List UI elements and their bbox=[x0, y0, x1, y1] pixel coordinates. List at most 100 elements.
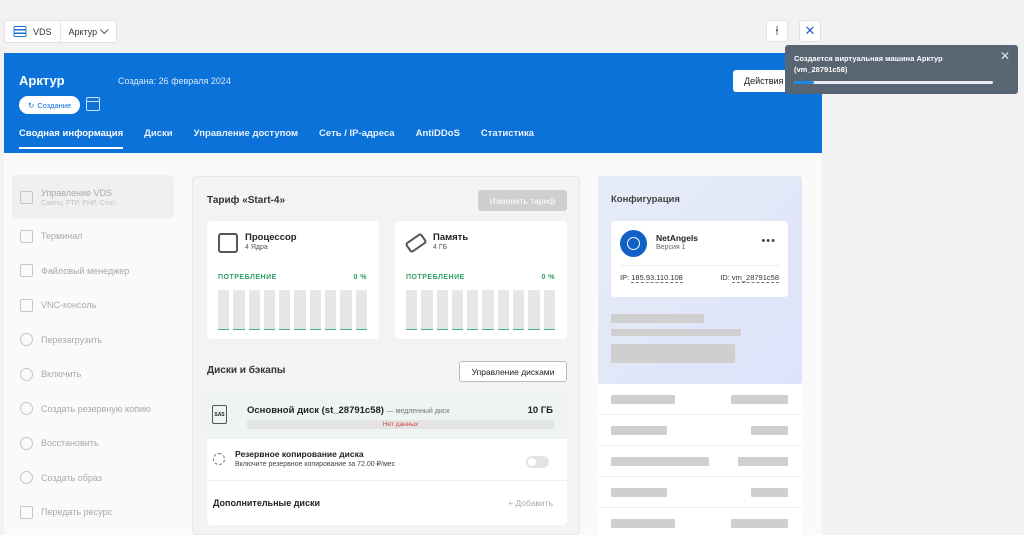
created-date: Создана: 26 февраля 2024 bbox=[118, 76, 231, 86]
skeleton-row bbox=[598, 415, 802, 446]
ip-label: IP: bbox=[620, 273, 630, 282]
sidebar-item-file-manager[interactable]: Файловый менеджер bbox=[12, 254, 174, 289]
usage-bar bbox=[233, 290, 245, 330]
pin-button[interactable]: ⍿ bbox=[766, 20, 788, 42]
usage-bar bbox=[218, 290, 230, 330]
backup-toggle[interactable] bbox=[526, 456, 549, 468]
main-disk-name: Основной диск (st_28791c58) bbox=[247, 405, 384, 416]
skeleton-row bbox=[598, 384, 802, 415]
sidebar-item-manage-vds[interactable]: Управление VDS Сайты, FTP, PHP, Cron bbox=[12, 175, 174, 219]
usage-bar bbox=[309, 290, 322, 330]
cpu-usage-label: ПОТРЕБЛЕНИЕ bbox=[218, 274, 277, 281]
skeleton-line bbox=[611, 329, 741, 336]
main-disk-row: SAS Основной диск (st_28791c58) — медлен… bbox=[207, 393, 567, 439]
usage-bar bbox=[406, 290, 418, 330]
refresh-icon bbox=[20, 333, 33, 347]
pin-icon: ⍿ bbox=[775, 23, 779, 38]
memory-icon bbox=[404, 232, 428, 254]
usage-bar bbox=[482, 290, 494, 330]
netangels-logo-icon bbox=[620, 230, 647, 257]
status-badge: ↻ Создание bbox=[19, 96, 81, 114]
sidebar-item-reboot[interactable]: Перезагрузить bbox=[12, 323, 174, 358]
tab-disks[interactable]: Диски bbox=[144, 128, 173, 149]
breadcrumb-server-label: Арктур bbox=[68, 26, 98, 37]
cpu-usage-value: 0 % bbox=[353, 274, 367, 281]
monitor-icon bbox=[20, 298, 33, 312]
usage-bar bbox=[467, 290, 479, 330]
sidebar-item-backup[interactable]: Создать резервную копию bbox=[12, 392, 174, 427]
restore-icon bbox=[20, 436, 33, 450]
config-title: Конфигурация bbox=[611, 194, 680, 205]
close-icon: ✕ bbox=[804, 23, 816, 38]
main-disk-type: — медленный диск bbox=[386, 408, 450, 415]
sidebar-item-restore[interactable]: Восстановить bbox=[12, 426, 174, 461]
backup-title: Резервное копирование диска bbox=[235, 449, 364, 459]
ip-address[interactable]: 185.93.110.108 bbox=[631, 273, 683, 283]
skeleton-row bbox=[598, 508, 802, 535]
tariff-title: Тариф «Start-4» bbox=[207, 195, 286, 206]
sidebar-item-label: Передать ресурс bbox=[41, 507, 113, 518]
manage-disks-button[interactable]: Управление дисками bbox=[459, 361, 567, 382]
config-panel: Конфигурация NetAngels Версия 1 ••• IP: … bbox=[598, 176, 802, 384]
chevron-down-icon bbox=[100, 25, 109, 34]
page-title: Арктур bbox=[19, 73, 65, 88]
sidebar-item-label: VNC-консоль bbox=[41, 300, 97, 311]
ram-name: Память bbox=[433, 232, 469, 243]
toast-close-icon[interactable]: ✕ bbox=[1000, 49, 1010, 63]
sas-disk-icon: SAS bbox=[212, 405, 227, 424]
actions-button[interactable]: Действия bbox=[733, 70, 793, 92]
tab-network[interactable]: Сеть / IP-адреса bbox=[319, 128, 395, 149]
sidebar-item-label: Файловый менеджер bbox=[41, 265, 130, 276]
transfer-icon bbox=[20, 505, 33, 519]
backup-description: Включите резервное копирование за 72.00 … bbox=[235, 461, 396, 468]
folder-icon bbox=[20, 264, 33, 278]
usage-bar bbox=[355, 290, 367, 330]
usage-bar bbox=[325, 290, 337, 330]
tab-summary[interactable]: Сводная информация bbox=[19, 128, 124, 149]
spinner-icon: ↻ bbox=[28, 100, 35, 110]
usage-bar bbox=[340, 290, 352, 330]
cpu-cores: 4 Ядра bbox=[245, 244, 268, 251]
tab-access[interactable]: Управление доступом bbox=[194, 128, 298, 149]
more-icon[interactable]: ••• bbox=[761, 235, 776, 247]
status-label: Создание bbox=[37, 100, 72, 110]
tab-antiddos[interactable]: AntiDDoS bbox=[416, 128, 460, 149]
disk-usage-status: Нет данных bbox=[382, 421, 419, 428]
sidebar-item-terminal[interactable]: Терминал bbox=[12, 219, 174, 254]
disks-title: Диски и бэкапы bbox=[207, 365, 286, 376]
breadcrumb-service-label: VDS bbox=[33, 26, 52, 37]
sidebar-item-transfer[interactable]: Передать ресурс bbox=[12, 495, 174, 530]
sidebar-item-create-image[interactable]: Создать образ bbox=[12, 461, 174, 496]
tabs: Сводная информация Диски Управление дост… bbox=[19, 128, 534, 149]
ram-card: Память 4 ГБ ПОТРЕБЛЕНИЕ 0 % bbox=[395, 221, 567, 339]
server-header: Арктур Создана: 26 февраля 2024 ↻ Создани… bbox=[4, 53, 822, 153]
breadcrumb: VDS Арктур bbox=[4, 20, 118, 43]
add-disk-button[interactable]: + Добавить bbox=[508, 498, 553, 508]
os-name: NetAngels bbox=[656, 233, 699, 243]
ram-size: 4 ГБ bbox=[433, 244, 448, 251]
tab-statistics[interactable]: Статистика bbox=[481, 128, 534, 149]
skeleton-line bbox=[611, 314, 704, 323]
disk-usage-bar: Нет данных bbox=[247, 420, 554, 429]
sidebar-item-sub: Сайты, FTP, PHP, Cron bbox=[41, 199, 115, 207]
breadcrumb-server-select[interactable]: Арктур bbox=[59, 21, 117, 42]
tariff-panel: Тариф «Start-4» Изменить тариф Процессор… bbox=[192, 176, 580, 535]
sliders-icon bbox=[20, 190, 33, 204]
calendar-icon[interactable] bbox=[86, 97, 100, 111]
close-button[interactable]: ✕ bbox=[799, 20, 821, 42]
server-stack-icon bbox=[13, 26, 27, 37]
extra-disks-title: Дополнительные диски bbox=[213, 498, 320, 508]
vm-id[interactable]: vm_28791c58 bbox=[731, 273, 779, 283]
power-icon bbox=[20, 367, 33, 381]
ram-usage-bars bbox=[406, 290, 555, 330]
skeleton-row bbox=[598, 477, 802, 508]
breadcrumb-service[interactable]: VDS bbox=[5, 21, 60, 42]
sidebar-item-label: Включить bbox=[41, 369, 82, 380]
sidebar: Управление VDS Сайты, FTP, PHP, Cron Терм… bbox=[12, 175, 174, 530]
skeleton-line bbox=[611, 344, 735, 363]
sidebar-item-label: Создать образ bbox=[41, 472, 102, 483]
sidebar-item-vnc[interactable]: VNC-консоль bbox=[12, 288, 174, 323]
sidebar-item-power-on[interactable]: Включить bbox=[12, 357, 174, 392]
cpu-usage-bars bbox=[218, 290, 367, 330]
change-tariff-button[interactable]: Изменить тариф bbox=[478, 190, 567, 211]
